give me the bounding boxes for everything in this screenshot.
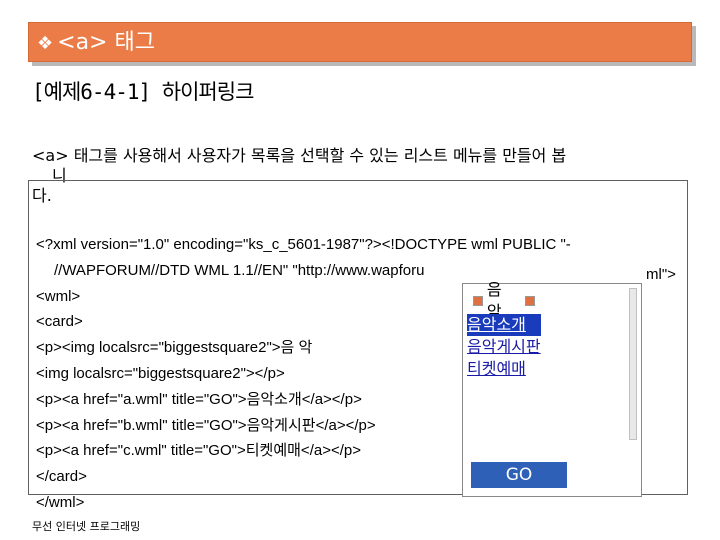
code-line-tail: ml">	[646, 266, 676, 283]
slide-title: <a> 태그	[57, 30, 155, 55]
menu-link-music-board[interactable]: 음악게시판	[467, 336, 541, 358]
example-subtitle: [예제6-4-1] 하이퍼링크	[32, 80, 254, 104]
phone-menu: 음악소개 음악게시판 티켓예매	[467, 314, 541, 380]
footer-text: 무선 인터넷 프로그래밍	[32, 520, 141, 533]
square-icon	[473, 296, 483, 306]
description-line: <a> 태그를 사용해서 사용자가 목록을 선택할 수 있는 리스트 메뉴를 만…	[32, 146, 567, 165]
phone-header: 음 악	[469, 280, 539, 321]
phone-scrollbar[interactable]	[629, 288, 637, 440]
square-icon	[525, 296, 536, 306]
diamond-bullet-icon: ❖	[37, 33, 54, 54]
phone-screen: 음 악 음악소개 음악게시판 티켓예매 GO	[462, 280, 642, 497]
code-line: <?xml version="1.0" encoding="ks_c_5601-…	[36, 236, 571, 253]
go-softkey[interactable]: GO	[471, 462, 567, 488]
menu-link-music-intro[interactable]: 음악소개	[467, 314, 541, 336]
title-banner: ❖ <a> 태그	[28, 22, 692, 62]
menu-link-ticket[interactable]: 티켓예매	[467, 358, 541, 380]
